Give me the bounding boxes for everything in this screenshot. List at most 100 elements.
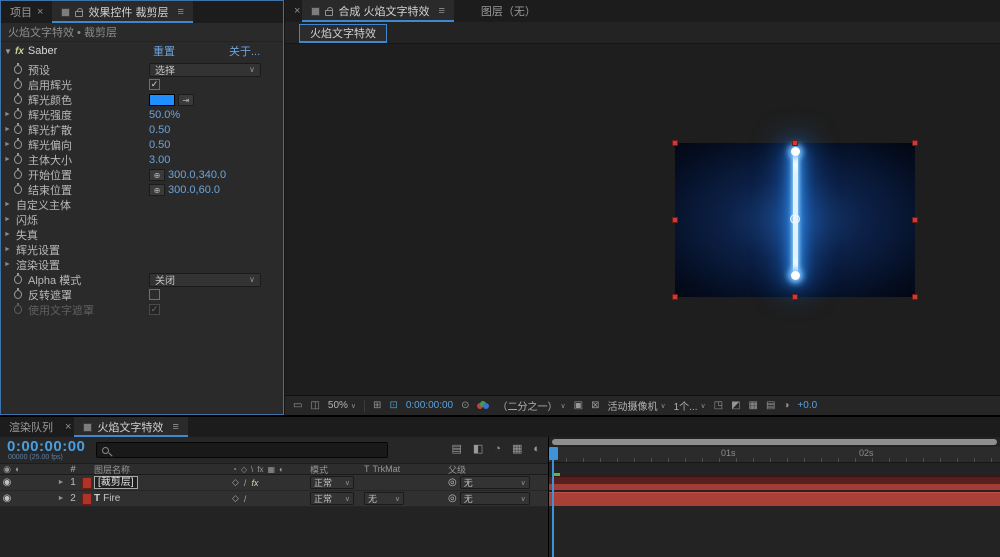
preset-dropdown[interactable]: 选择 ∨ bbox=[149, 62, 261, 77]
roi-icon[interactable]: ▣ bbox=[574, 400, 583, 411]
tab-render-queue[interactable]: 渲染队列 bbox=[0, 417, 62, 437]
stopwatch-icon[interactable] bbox=[14, 123, 22, 134]
glow-color-swatch[interactable] bbox=[149, 93, 175, 106]
screen-layout-icon[interactable]: ◫ bbox=[310, 400, 319, 411]
pickwhip-icon[interactable]: ◎ bbox=[448, 493, 457, 504]
timeline-tracks[interactable]: 01s 02s bbox=[548, 437, 1000, 557]
stopwatch-icon[interactable] bbox=[14, 273, 22, 284]
expand-arrow-icon[interactable]: ► bbox=[1, 231, 14, 238]
show-channels-icon[interactable] bbox=[477, 400, 490, 411]
comp-close[interactable]: × bbox=[285, 0, 302, 22]
motion-blur-icon[interactable]: ◐ bbox=[533, 443, 540, 455]
eye-icon[interactable]: ◉ bbox=[0, 477, 14, 488]
expand-arrow-icon[interactable]: ► bbox=[1, 111, 14, 118]
stopwatch-icon[interactable] bbox=[14, 63, 22, 74]
selection-handle[interactable] bbox=[672, 140, 678, 146]
selection-handle[interactable] bbox=[912, 294, 918, 300]
exposure-value[interactable]: +0.0 bbox=[797, 400, 817, 411]
label-color-chip[interactable] bbox=[80, 476, 94, 489]
trkmat-dropdown[interactable]: 无 ∨ bbox=[364, 492, 404, 505]
layer-anchor-point[interactable] bbox=[790, 214, 800, 224]
parent-dropdown[interactable]: 无 ∨ bbox=[459, 492, 530, 505]
layer-bar-1[interactable] bbox=[549, 476, 1000, 490]
close-icon[interactable]: × bbox=[37, 6, 43, 18]
mini-flowchart-icon[interactable]: ▤ bbox=[451, 442, 461, 455]
share-view-icon[interactable]: ◳ bbox=[714, 400, 723, 411]
end-position-value[interactable]: 300.0,60.0 bbox=[168, 184, 220, 196]
shy-icon[interactable]: ◔ bbox=[494, 443, 501, 455]
composition-viewer[interactable] bbox=[285, 44, 1000, 395]
panel-menu-icon[interactable]: ≡ bbox=[178, 6, 184, 18]
expand-arrow-icon[interactable]: ► bbox=[1, 156, 14, 163]
saber-start-point[interactable] bbox=[791, 147, 800, 156]
mode-header[interactable]: 模式 bbox=[310, 463, 364, 476]
stopwatch-icon[interactable] bbox=[14, 153, 22, 164]
tab-layer-viewer[interactable]: 图层（无） bbox=[472, 0, 545, 22]
collapse-icon[interactable]: ◇ bbox=[232, 477, 239, 488]
time-ruler[interactable]: 01s 02s bbox=[549, 447, 1000, 463]
fx-icon[interactable]: fx bbox=[251, 478, 258, 488]
parent-dropdown[interactable]: 无 ∨ bbox=[459, 476, 530, 489]
views-select[interactable]: 1个... ∨ bbox=[674, 398, 706, 413]
expand-arrow-icon[interactable]: ► bbox=[1, 216, 14, 223]
close-icon[interactable]: × bbox=[65, 421, 71, 433]
stopwatch-icon[interactable] bbox=[14, 78, 22, 89]
crosshair-icon[interactable]: ⊕ bbox=[149, 183, 165, 196]
tab-timeline-comp[interactable]: 火焰文字特效 ≡ bbox=[74, 417, 189, 437]
playhead-handle[interactable] bbox=[549, 447, 558, 460]
region-of-interest-icon[interactable]: ⊡ bbox=[389, 400, 397, 411]
stopwatch-icon[interactable] bbox=[14, 138, 22, 149]
group-customize-core[interactable]: ► 自定义主体 bbox=[1, 197, 283, 212]
stopwatch-icon[interactable] bbox=[14, 288, 22, 299]
expand-arrow-icon[interactable]: ► bbox=[1, 261, 14, 268]
stopwatch-icon[interactable] bbox=[14, 93, 22, 104]
playhead[interactable] bbox=[549, 447, 558, 557]
close-icon[interactable]: × bbox=[294, 5, 300, 17]
viewer-timecode[interactable]: 0:00:00:00 bbox=[406, 400, 453, 411]
trkmat-header[interactable]: T TrkMat bbox=[364, 464, 448, 474]
effect-header[interactable]: ▼ fx Saber 重置 关于... bbox=[1, 42, 283, 60]
eyedropper-icon[interactable]: ⇥ bbox=[178, 93, 194, 106]
layer-bar-2[interactable] bbox=[549, 492, 1000, 506]
group-render-settings[interactable]: ► 渲染设置 bbox=[1, 257, 283, 272]
tab-effect-controls[interactable]: 效果控件 裁剪层 ≡ bbox=[52, 1, 194, 23]
selection-handle[interactable] bbox=[792, 294, 798, 300]
stopwatch-icon[interactable] bbox=[14, 168, 22, 179]
group-distortion[interactable]: ► 失真 bbox=[1, 227, 283, 242]
expand-arrow-icon[interactable]: ► bbox=[56, 479, 66, 486]
draft-3d-icon[interactable]: ◧ bbox=[473, 442, 483, 455]
saber-end-point[interactable] bbox=[791, 271, 800, 280]
camera-select[interactable]: 活动摄像机 ∨ bbox=[607, 398, 665, 413]
label-color-chip[interactable] bbox=[80, 492, 94, 505]
pickwhip-icon[interactable]: ◎ bbox=[448, 477, 457, 488]
selection-handle[interactable] bbox=[912, 217, 918, 223]
panel-menu-icon[interactable]: ≡ bbox=[439, 5, 445, 17]
glow-intensity-value[interactable]: 50.0% bbox=[149, 109, 180, 121]
selection-handle[interactable] bbox=[672, 294, 678, 300]
group-glow-settings[interactable]: ► 辉光设置 bbox=[1, 242, 283, 257]
search-box[interactable] bbox=[96, 442, 388, 458]
timeline-close[interactable]: × bbox=[62, 417, 74, 437]
enable-glow-checkbox[interactable]: ✓ bbox=[149, 79, 160, 90]
rulers-icon[interactable]: ▦ bbox=[749, 400, 758, 411]
selection-handle[interactable] bbox=[792, 140, 798, 146]
eye-icon[interactable]: ◉ bbox=[0, 493, 14, 504]
collapse-effect-icon[interactable]: ▼ bbox=[1, 47, 15, 56]
composition-canvas[interactable] bbox=[672, 140, 918, 300]
grid-guides-icon[interactable]: ⊞ bbox=[373, 400, 381, 411]
group-flicker[interactable]: ► 闪烁 bbox=[1, 212, 283, 227]
lock-icon[interactable] bbox=[75, 8, 84, 17]
layer-row-1[interactable]: ◉ ► 1 [裁剪层] ◇ / fx 正常 ∨ ◎ 无 ∨ bbox=[0, 475, 548, 491]
current-timecode[interactable]: 0:00:00:00 bbox=[7, 438, 85, 455]
crosshair-icon[interactable]: ⊕ bbox=[149, 168, 165, 181]
panel-menu-icon[interactable]: ≡ bbox=[172, 421, 178, 433]
core-size-value[interactable]: 3.00 bbox=[149, 154, 170, 166]
invert-mask-checkbox[interactable] bbox=[149, 289, 160, 300]
expand-arrow-icon[interactable]: ► bbox=[1, 126, 14, 133]
reset-link[interactable]: 重置 bbox=[153, 43, 175, 59]
layer-row-2[interactable]: ◉ ► 2 T Fire ◇ / 正常 ∨ 无 ∨ ◎ 无 ∨ bbox=[0, 491, 548, 507]
snapshot-icon[interactable]: ⊙ bbox=[461, 400, 469, 411]
glow-bias-value[interactable]: 0.50 bbox=[149, 139, 170, 151]
alpha-mode-dropdown[interactable]: 关闭 ∨ bbox=[149, 272, 261, 287]
search-input[interactable] bbox=[114, 444, 382, 456]
